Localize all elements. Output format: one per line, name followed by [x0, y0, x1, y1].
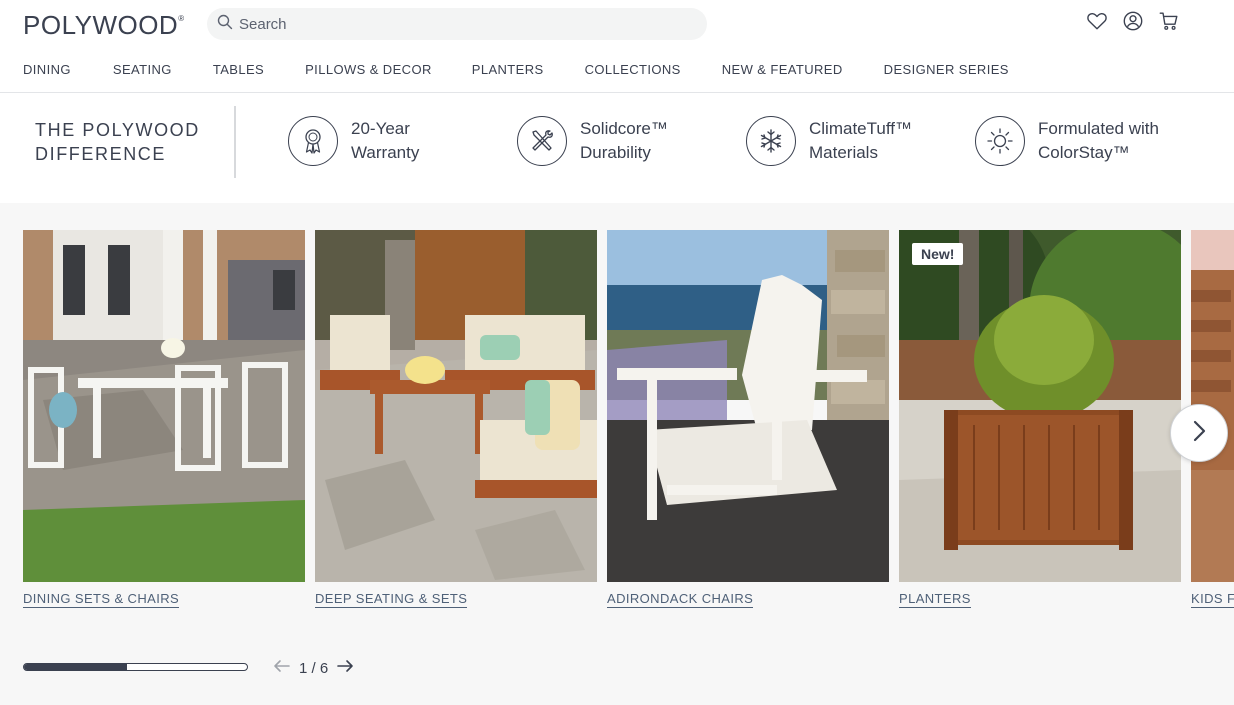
account-button[interactable] [1122, 10, 1144, 37]
carousel-pager: 1 / 6 [273, 657, 354, 679]
carousel-progress-bar [23, 663, 248, 671]
sun-icon [975, 116, 1025, 166]
feature-solidcore: Solidcore™ Durability [517, 116, 730, 166]
nav-item-tables[interactable]: TABLES [213, 62, 264, 77]
search-input[interactable] [239, 15, 679, 33]
carousel-prev-button[interactable] [273, 657, 291, 679]
adirondack-chair-image[interactable] [607, 230, 889, 582]
site-header: POLYWOOD® DINING SEATING TABLES PILLOWS … [0, 0, 1234, 93]
category-link-adirondack[interactable]: ADIRONDACK CHAIRS [607, 591, 754, 608]
chevron-right-icon [1187, 419, 1211, 448]
feature-solidcore-line1: Solidcore™ [580, 119, 668, 138]
nav-item-pillows-decor[interactable]: PILLOWS & DECOR [305, 62, 432, 77]
nav-item-planters[interactable]: PLANTERS [472, 62, 544, 77]
difference-title-line1: THE POLYWOOD [35, 120, 200, 140]
heart-icon [1086, 10, 1108, 37]
carousel-page-indicator: 1 / 6 [299, 659, 329, 677]
nav-item-seating[interactable]: SEATING [113, 62, 172, 77]
carousel-next-button[interactable] [1170, 404, 1228, 462]
dining-set-image[interactable] [23, 230, 305, 582]
difference-title-line2: DIFFERENCE [35, 144, 167, 164]
carousel-progress-fill [24, 664, 127, 670]
arrow-right-icon [337, 660, 353, 672]
feature-colorstay-line2: ColorStay™ [1038, 143, 1130, 162]
snowflake-icon [746, 116, 796, 166]
category-card-dining[interactable]: DINING SETS & CHAIRS [23, 230, 305, 608]
search-icon [217, 14, 233, 35]
category-card-planters[interactable]: New! PLANTERS [899, 230, 1181, 608]
difference-band: THE POLYWOOD DIFFERENCE 20-Year Warranty… [0, 94, 1234, 202]
carousel-next-arrow-button[interactable] [336, 657, 354, 679]
category-link-planters[interactable]: PLANTERS [899, 591, 971, 608]
feature-colorstay-line1: Formulated with [1038, 119, 1159, 138]
category-link-kids[interactable]: KIDS F [1191, 591, 1234, 608]
nav-item-dining[interactable]: DINING [23, 62, 71, 77]
feature-warranty-line1: 20-Year [351, 119, 410, 138]
feature-climatetuff: ClimateTuff™ Materials [746, 116, 959, 166]
difference-divider [234, 106, 236, 178]
category-card-adirondack[interactable]: ADIRONDACK CHAIRS [607, 230, 889, 608]
feature-colorstay: Formulated with ColorStay™ [975, 116, 1188, 166]
category-link-dining[interactable]: DINING SETS & CHAIRS [23, 591, 180, 608]
feature-warranty: 20-Year Warranty [288, 116, 501, 166]
main-nav: DINING SEATING TABLES PILLOWS & DECOR PL… [23, 62, 1009, 77]
difference-title: THE POLYWOOD DIFFERENCE [35, 118, 225, 166]
arrow-left-icon [274, 660, 290, 672]
new-badge: New! [912, 243, 964, 265]
award-ribbon-icon [288, 116, 338, 166]
wishlist-button[interactable] [1086, 12, 1108, 34]
feature-climatetuff-line1: ClimateTuff™ [809, 119, 912, 138]
planters-image[interactable]: New! [899, 230, 1181, 582]
nav-item-new-featured[interactable]: NEW & FEATURED [722, 62, 843, 77]
category-card-deep-seating[interactable]: DEEP SEATING & SETS [315, 230, 597, 608]
nav-item-designer-series[interactable]: DESIGNER SERIES [884, 62, 1009, 77]
tools-icon [517, 116, 567, 166]
brand-logo[interactable]: POLYWOOD® [23, 10, 185, 41]
cart-button[interactable] [1158, 12, 1180, 34]
search-bar[interactable] [207, 8, 707, 40]
category-link-deep-seating[interactable]: DEEP SEATING & SETS [315, 591, 468, 608]
cart-icon [1158, 10, 1180, 37]
feature-warranty-line2: Warranty [351, 143, 420, 162]
feature-climatetuff-line2: Materials [809, 143, 878, 162]
deep-seating-image[interactable] [315, 230, 597, 582]
account-icon [1122, 10, 1144, 37]
category-carousel: DINING SETS & CHAIRS DEEP SEATING & SETS… [0, 203, 1234, 705]
nav-item-collections[interactable]: COLLECTIONS [585, 62, 681, 77]
feature-solidcore-line2: Durability [580, 143, 651, 162]
